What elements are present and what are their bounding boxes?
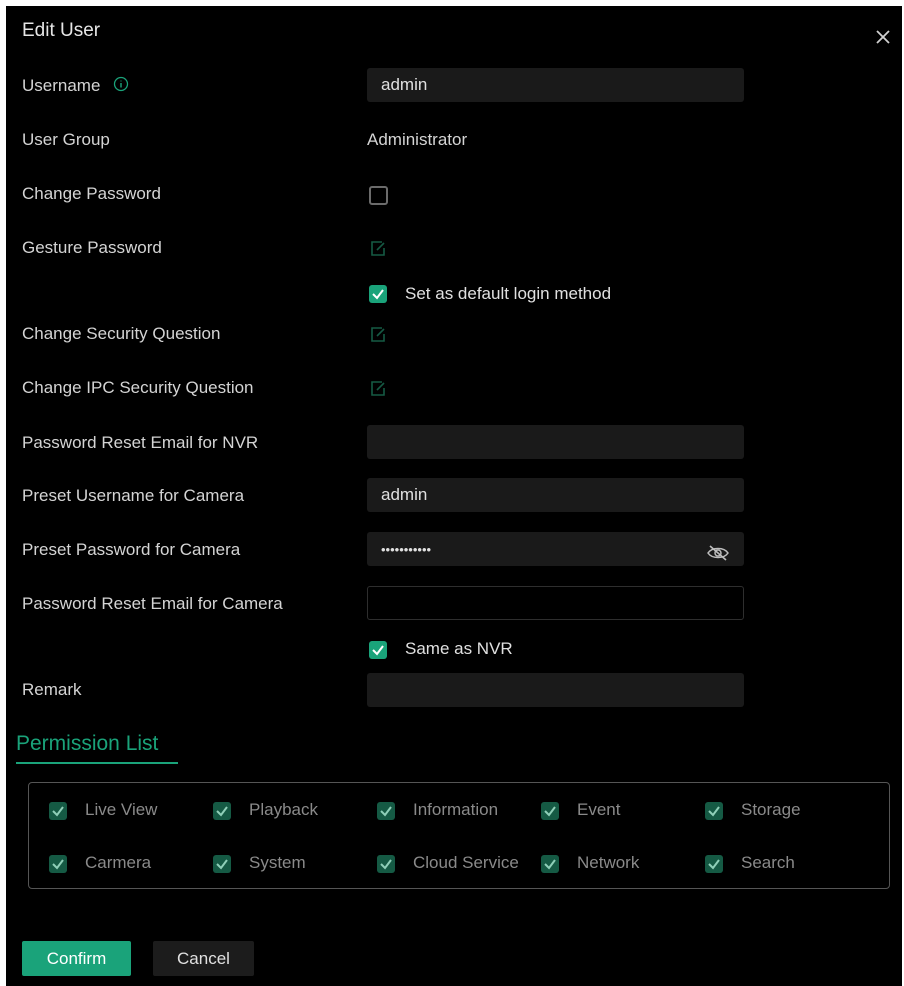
check-icon[interactable] bbox=[213, 855, 231, 873]
permission-label: Storage bbox=[741, 800, 801, 819]
info-icon[interactable] bbox=[113, 76, 129, 97]
check-icon[interactable] bbox=[49, 802, 67, 820]
change-security-question-label: Change Security Question bbox=[22, 324, 221, 343]
username-label-text: Username bbox=[22, 76, 101, 95]
change-ipc-security-question-label: Change IPC Security Question bbox=[22, 378, 254, 397]
cancel-button[interactable]: Cancel bbox=[153, 941, 254, 976]
check-icon[interactable] bbox=[377, 855, 395, 873]
permission-label: Search bbox=[741, 853, 795, 872]
check-icon[interactable] bbox=[705, 802, 723, 820]
reset-email-camera-label: Password Reset Email for Camera bbox=[22, 594, 283, 613]
password-mask: ••••••••••• bbox=[381, 542, 432, 557]
check-icon[interactable] bbox=[213, 802, 231, 820]
user-group-value: Administrator bbox=[367, 130, 468, 149]
permission-label: Cloud Service bbox=[413, 853, 519, 872]
reset-email-nvr-label: Password Reset Email for NVR bbox=[22, 433, 259, 452]
permission-tab-underline bbox=[16, 762, 178, 764]
preset-password-camera-label: Preset Password for Camera bbox=[22, 540, 241, 559]
permission-label: Live View bbox=[85, 800, 158, 819]
confirm-button[interactable]: Confirm bbox=[22, 941, 131, 976]
gesture-password-label: Gesture Password bbox=[22, 238, 162, 257]
close-icon[interactable] bbox=[874, 28, 892, 46]
permission-label: Carmera bbox=[85, 853, 152, 872]
edit-icon[interactable] bbox=[369, 380, 387, 398]
remark-label: Remark bbox=[22, 680, 82, 699]
reset-email-nvr-input[interactable] bbox=[367, 425, 744, 459]
eye-off-icon[interactable] bbox=[706, 540, 730, 561]
permission-list-box: Live View Playback Information Event Sto… bbox=[28, 782, 890, 889]
permission-label: Network bbox=[577, 853, 640, 872]
permission-list-title: Permission List bbox=[16, 732, 159, 755]
same-as-nvr-checkbox[interactable] bbox=[369, 641, 387, 659]
user-group-label: User Group bbox=[22, 130, 110, 149]
username-input[interactable]: admin bbox=[367, 68, 744, 102]
permission-label: Playback bbox=[249, 800, 318, 819]
edit-icon[interactable] bbox=[369, 240, 387, 258]
preset-password-camera-input[interactable]: ••••••••••• bbox=[367, 532, 744, 566]
permission-label: System bbox=[249, 853, 306, 872]
preset-username-camera-label: Preset Username for Camera bbox=[22, 486, 245, 505]
change-password-label: Change Password bbox=[22, 184, 161, 203]
check-icon[interactable] bbox=[49, 855, 67, 873]
username-label: Username bbox=[22, 76, 129, 97]
permission-label: Event bbox=[577, 800, 621, 819]
preset-username-camera-input[interactable]: admin bbox=[367, 478, 744, 512]
dialog-title: Edit User bbox=[22, 20, 101, 41]
reset-email-camera-input[interactable] bbox=[367, 586, 744, 620]
default-login-checkbox[interactable] bbox=[369, 285, 387, 303]
check-icon[interactable] bbox=[541, 802, 559, 820]
permission-label: Information bbox=[413, 800, 499, 819]
check-icon[interactable] bbox=[705, 855, 723, 873]
check-icon[interactable] bbox=[377, 802, 395, 820]
check-icon[interactable] bbox=[541, 855, 559, 873]
edit-user-dialog: Edit User Username admin User Group Admi… bbox=[6, 6, 902, 986]
same-as-nvr-label: Same as NVR bbox=[405, 639, 513, 658]
edit-icon[interactable] bbox=[369, 326, 387, 344]
remark-input[interactable] bbox=[367, 673, 744, 707]
change-password-checkbox[interactable] bbox=[369, 186, 388, 205]
default-login-label: Set as default login method bbox=[405, 284, 612, 303]
